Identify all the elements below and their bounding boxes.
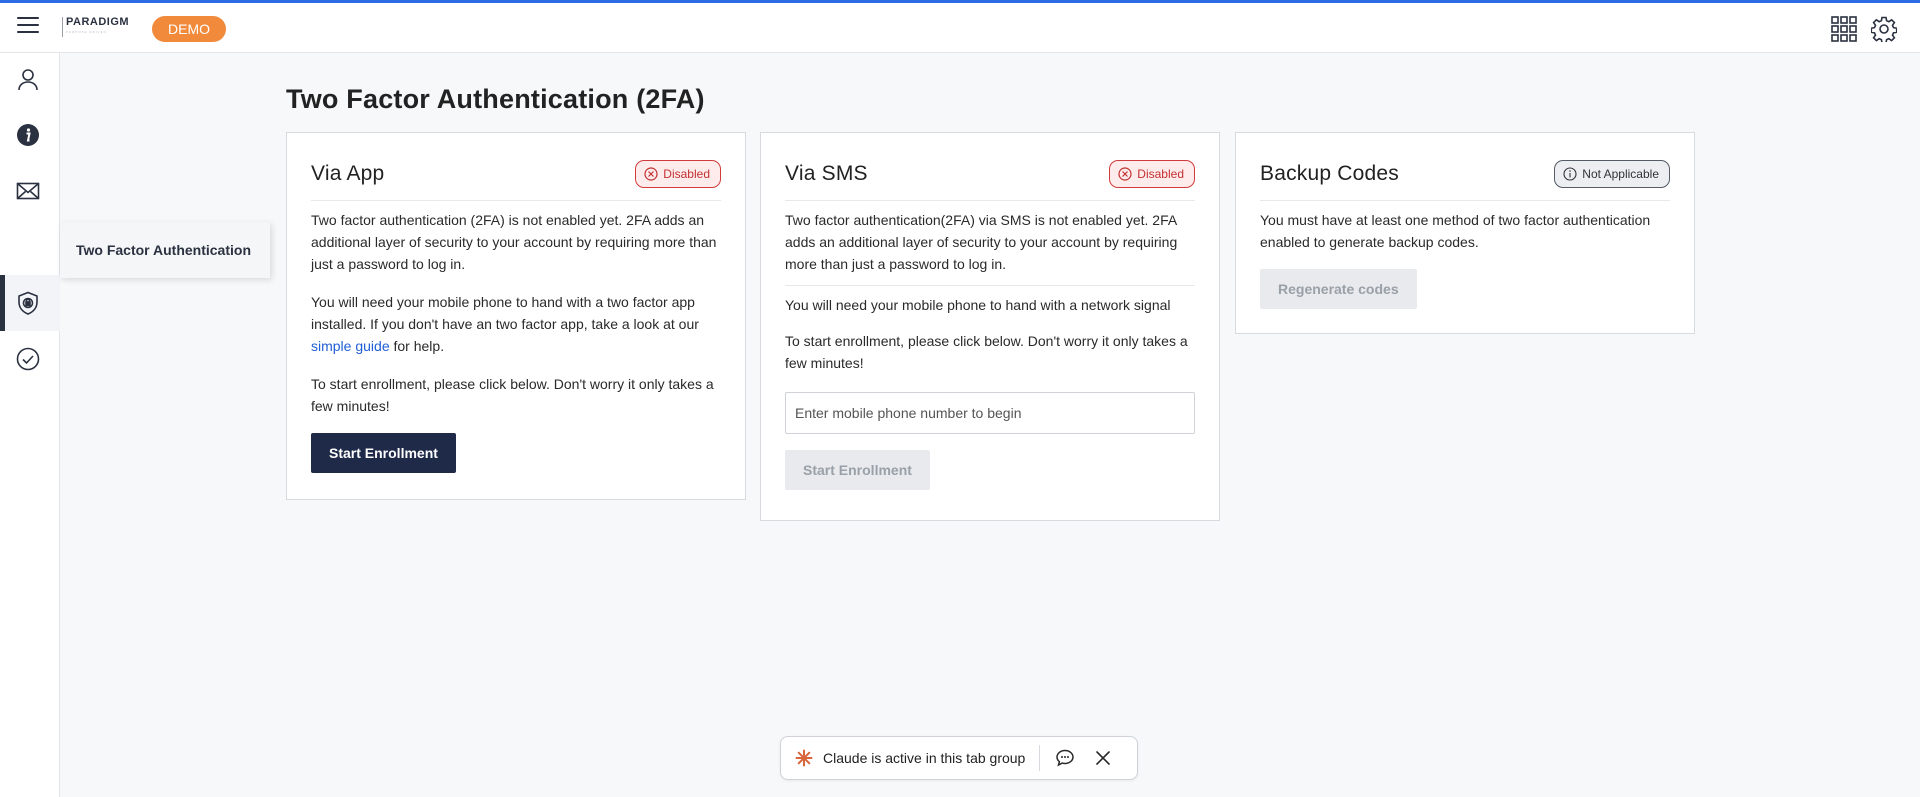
card-title: Via App <box>311 161 385 185</box>
requirements-text-end: for help. <box>389 338 445 354</box>
description-text: Two factor authentication(2FA) via SMS i… <box>785 212 1178 272</box>
status-badge: Disabled <box>635 159 721 188</box>
sidebar-active-indicator <box>0 275 5 331</box>
requirements-text-start: You will need your mobile phone to hand … <box>311 294 699 332</box>
divider <box>1039 745 1041 771</box>
close-icon[interactable] <box>1092 747 1114 769</box>
chat-bubble-icon[interactable] <box>1054 747 1076 769</box>
card-header: Backup Codes Not Applicable <box>1260 133 1670 201</box>
via-app-card: Via App Disabled Two factor authenticati… <box>286 132 746 500</box>
via-sms-card: Via SMS Disabled Two factor authenticati… <box>760 132 1220 521</box>
status-badge-label: Disabled <box>663 166 710 181</box>
status-badge: Not Applicable <box>1554 159 1670 188</box>
enrollment-instructions: To start enrollment, please click below.… <box>785 333 1188 371</box>
backup-codes-card: Backup Codes Not Applicable You must hav… <box>1235 132 1695 334</box>
status-badge-label: Not Applicable <box>1582 166 1659 181</box>
simple-guide-link[interactable]: simple guide <box>311 338 390 354</box>
mobile-phone-input[interactable] <box>785 392 1195 434</box>
status-badge: Disabled <box>1109 159 1195 188</box>
card-header: Via App Disabled <box>311 133 721 201</box>
environment-badge: DEMO <box>152 16 226 42</box>
shield-lock-icon[interactable] <box>16 291 40 315</box>
hamburger-menu-icon[interactable] <box>17 17 39 37</box>
top-bar: PARADIGM PURPOSE DRIVEN DEMO <box>0 0 1920 53</box>
description-text: You must have at least one method of two… <box>1260 212 1651 250</box>
start-enrollment-button[interactable]: Start Enrollment <box>785 450 930 490</box>
regenerate-codes-button[interactable]: Regenerate codes <box>1260 269 1417 309</box>
enrollment-instructions: To start enrollment, please click below.… <box>311 376 714 414</box>
gear-icon[interactable] <box>1871 16 1897 42</box>
grid-apps-icon[interactable] <box>1831 16 1857 42</box>
card-title: Backup Codes <box>1260 161 1399 185</box>
card-title: Via SMS <box>785 161 868 185</box>
logo-subtext: PURPOSE DRIVEN <box>66 30 107 33</box>
check-circle-icon[interactable] <box>16 347 40 371</box>
info-circle-icon <box>1563 166 1577 181</box>
start-enrollment-button[interactable]: Start Enrollment <box>311 433 456 473</box>
page-title: Two Factor Authentication (2FA) <box>286 84 705 114</box>
x-circle-icon <box>1118 166 1132 181</box>
info-icon[interactable] <box>16 123 40 147</box>
status-badge-label: Disabled <box>1137 166 1184 181</box>
requirements-text: You will need your mobile phone to hand … <box>785 285 1195 316</box>
logo-text: PARADIGM <box>66 16 130 28</box>
claude-spark-icon <box>795 749 813 767</box>
claude-status-bar: Claude is active in this tab group <box>780 736 1138 780</box>
requirements-text: You will need your mobile phone to hand … <box>311 291 721 357</box>
mail-icon[interactable] <box>16 179 40 203</box>
claude-status-message: Claude is active in this tab group <box>823 750 1026 766</box>
user-icon[interactable] <box>16 67 40 91</box>
sidebar-item-two-factor-authentication[interactable]: Two Factor Authentication <box>60 222 270 278</box>
card-header: Via SMS Disabled <box>785 133 1195 201</box>
sidebar <box>0 53 60 797</box>
paradigm-logo[interactable]: PARADIGM PURPOSE DRIVEN <box>62 17 129 37</box>
x-circle-icon <box>644 166 658 181</box>
description-text: Two factor authentication (2FA) is not e… <box>311 212 717 272</box>
